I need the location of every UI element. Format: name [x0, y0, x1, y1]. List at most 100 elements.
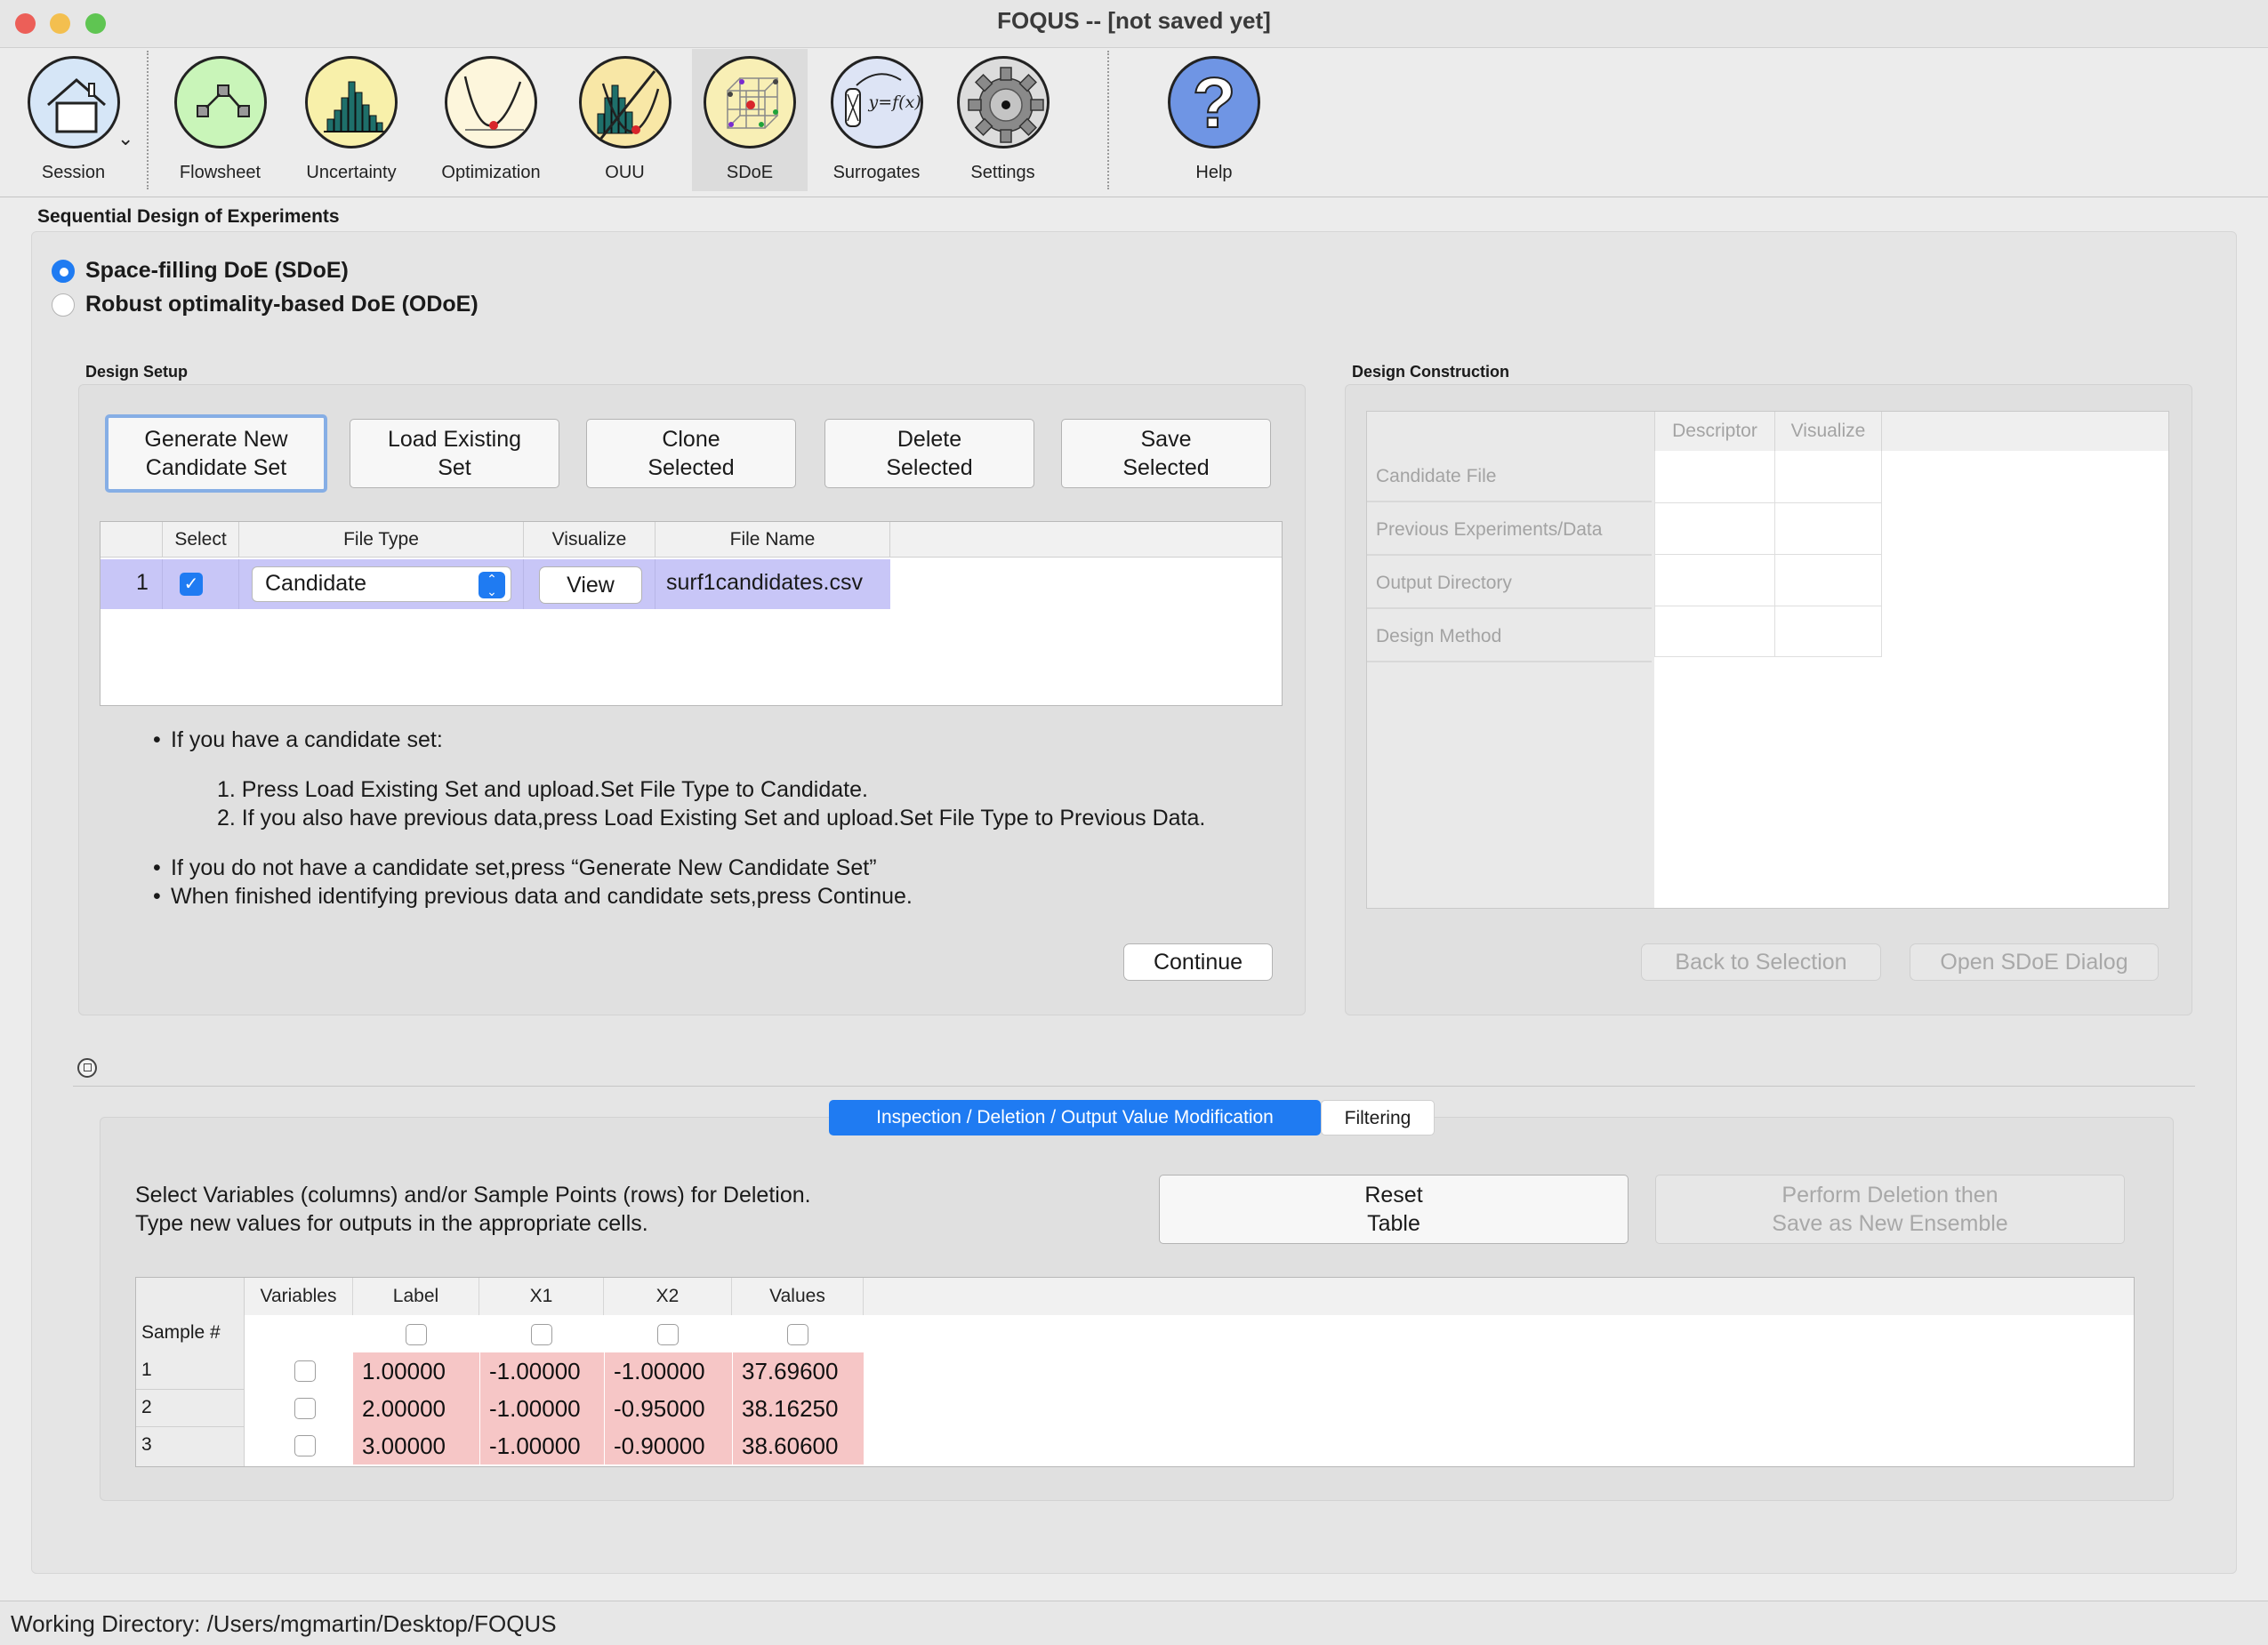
radio-sdoe[interactable]: [52, 260, 75, 283]
design-construction-table: Descriptor Visualize Candidate File Prev…: [1366, 411, 2169, 909]
sample-table: Variables Label X1 X2 Values Sample # 1 …: [135, 1277, 2135, 1467]
instruction-step-2: 2. If you also have previous data,press …: [217, 806, 1206, 831]
table-row[interactable]: 1 1.00000 -1.00000 -1.00000 37.69600: [136, 1352, 2134, 1390]
perform-deletion-button[interactable]: Perform Deletion then Save as New Ensemb…: [1655, 1175, 2125, 1244]
toolbar-flowsheet[interactable]: Flowsheet: [160, 49, 280, 191]
status-bar: Working Directory: /Users/mgmartin/Deskt…: [0, 1601, 2268, 1645]
column-select-checkbox-x2[interactable]: [657, 1324, 679, 1345]
surrogate-icon-text: y=f(x): [868, 92, 921, 112]
sample-number: 1: [141, 1360, 152, 1380]
sample-number-header: Sample #: [141, 1322, 221, 1343]
save-selected-button[interactable]: Save Selected: [1061, 419, 1271, 488]
cell-values[interactable]: 38.60600: [733, 1427, 864, 1464]
design-construction-title: Design Construction: [1352, 363, 1510, 381]
cell-x1[interactable]: -1.00000: [480, 1390, 604, 1427]
toolbar-help[interactable]: ? Help: [1156, 49, 1272, 191]
file-table-corner: [101, 522, 163, 558]
row-number-cell: [101, 559, 163, 609]
file-type-select[interactable]: Candidate ⌃ ⌄: [252, 566, 511, 602]
dc-header-descriptor: Descriptor: [1654, 412, 1775, 451]
dc-row-previous-data: Previous Experiments/Data: [1367, 504, 1652, 556]
instruction-bullet-1: If you have a candidate set:: [171, 727, 443, 752]
dc-row-divider: [1654, 554, 1882, 555]
toolbar-surrogates[interactable]: y=f(x) Surrogates: [816, 49, 937, 191]
cell-label[interactable]: 3.00000: [353, 1427, 479, 1464]
view-button[interactable]: View: [539, 566, 642, 604]
toolbar-separator: [147, 51, 149, 189]
header-variables: Variables: [245, 1278, 353, 1315]
header-x1: X1: [479, 1278, 604, 1315]
sdoe-cube-icon: [704, 56, 796, 148]
row-select-checkbox[interactable]: [294, 1398, 316, 1419]
cell-values[interactable]: 38.16250: [733, 1390, 864, 1427]
load-existing-set-button[interactable]: Load Existing Set: [350, 419, 559, 488]
file-table-header-file-name: File Name: [655, 522, 890, 558]
toolbar-ouu-label: OUU: [605, 163, 645, 182]
toolbar-uncertainty[interactable]: Uncertainty: [289, 49, 414, 191]
panel-splitter[interactable]: [73, 1049, 2195, 1087]
tab-inspection[interactable]: Inspection / Deletion / Output Value Mod…: [829, 1100, 1321, 1135]
toolbar-surrogates-label: Surrogates: [832, 163, 921, 182]
delete-selected-button[interactable]: Delete Selected: [824, 419, 1034, 488]
updown-chevron-icon: ⌃ ⌄: [479, 572, 505, 598]
table-row[interactable]: 3 3.00000 -1.00000 -0.90000 38.60600: [136, 1427, 2134, 1464]
toolbar-settings[interactable]: Settings: [943, 49, 1063, 191]
histogram-icon: [305, 56, 398, 148]
header-values: Values: [732, 1278, 864, 1315]
surrogate-function-icon: y=f(x): [830, 56, 923, 148]
gear-icon: [956, 56, 1050, 148]
undock-icon-square: [84, 1063, 92, 1071]
toolbar-settings-label: Settings: [970, 163, 1035, 182]
bullet-icon: •: [153, 727, 161, 752]
clone-selected-button[interactable]: Clone Selected: [586, 419, 796, 488]
radio-odoe[interactable]: [52, 293, 75, 317]
flowsheet-icon: [173, 56, 267, 148]
toolbar-optimization[interactable]: Optimization: [420, 49, 562, 191]
toolbar-separator: [1107, 51, 1109, 189]
open-sdoe-dialog-button[interactable]: Open SDoE Dialog: [1910, 943, 2159, 981]
cell-x1[interactable]: -1.00000: [480, 1352, 604, 1390]
column-select-checkbox-label[interactable]: [406, 1324, 427, 1345]
cell-x2[interactable]: -1.00000: [605, 1352, 732, 1390]
file-table-header: Select File Type Visualize File Name: [101, 522, 1282, 558]
toolbar-ouu[interactable]: OUU: [569, 49, 680, 191]
table-row[interactable]: 2 2.00000 -1.00000 -0.95000 38.16250: [136, 1390, 2134, 1427]
house-icon: [27, 56, 120, 148]
toolbar-help-label: Help: [1195, 163, 1233, 182]
cell-x1[interactable]: -1.00000: [480, 1427, 604, 1464]
column-select-checkbox-x1[interactable]: [531, 1324, 552, 1345]
tab-filtering[interactable]: Filtering: [1321, 1100, 1435, 1135]
cell-values[interactable]: 37.69600: [733, 1352, 864, 1390]
cell-label[interactable]: 2.00000: [353, 1390, 479, 1427]
cell-x2[interactable]: -0.95000: [605, 1390, 732, 1427]
help-icon: ?: [1168, 56, 1260, 148]
bullet-icon: •: [153, 884, 161, 909]
row-select-checkbox[interactable]: ✓: [180, 573, 203, 596]
reset-table-button[interactable]: Reset Table: [1159, 1175, 1629, 1244]
dc-cell-grid: [1654, 451, 1882, 657]
header-label: Label: [353, 1278, 479, 1315]
optimization-curve-icon: [445, 56, 537, 148]
cell-x2[interactable]: -0.90000: [605, 1427, 732, 1464]
continue-button[interactable]: Continue: [1123, 943, 1273, 981]
generate-new-candidate-set-button[interactable]: Generate New Candidate Set: [105, 414, 327, 493]
undock-icon[interactable]: [77, 1058, 97, 1078]
toolbar-sdoe[interactable]: SDoE: [692, 49, 808, 191]
chevron-down-icon[interactable]: ⌄: [117, 127, 133, 150]
radio-sdoe-label[interactable]: Space-filling DoE (SDoE): [85, 258, 349, 284]
dc-row-divider: [1654, 656, 1882, 657]
back-to-selection-button[interactable]: Back to Selection: [1641, 943, 1881, 981]
sample-number: 3: [141, 1434, 152, 1455]
toolbar-session[interactable]: Session: [9, 49, 138, 191]
help-icon-glyph: ?: [1192, 62, 1237, 143]
radio-odoe-label[interactable]: Robust optimality-based DoE (ODoE): [85, 292, 479, 317]
file-name-value[interactable]: surf1candidates.csv: [666, 570, 863, 596]
row-select-checkbox[interactable]: [294, 1435, 316, 1456]
file-table: Select File Type Visualize File Name 1 ✓…: [100, 521, 1283, 706]
column-select-checkbox-values[interactable]: [787, 1324, 808, 1345]
row-select-checkbox[interactable]: [294, 1360, 316, 1382]
toolbar-session-label: Session: [41, 163, 106, 182]
cell-label[interactable]: 1.00000: [353, 1352, 479, 1390]
dc-row-output-directory: Output Directory: [1367, 558, 1652, 609]
table-row[interactable]: 1 ✓ Candidate ⌃ ⌄ View surf1candidates.cs…: [101, 559, 890, 609]
